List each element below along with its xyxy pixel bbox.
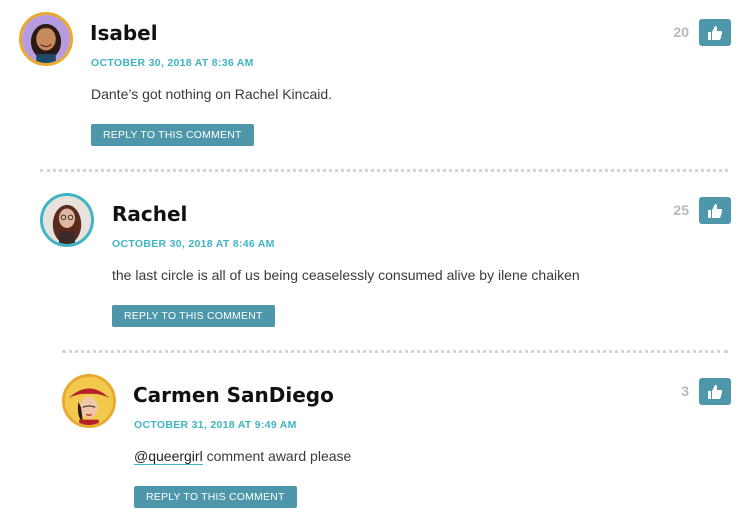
thumbs-up-icon [708, 203, 723, 218]
comment-date[interactable]: OCTOBER 30, 2018 AT 8:36 AM [91, 57, 254, 69]
comment-author: Carmen SanDiego [133, 383, 334, 407]
comment-text: @queergirl comment award please [134, 448, 352, 465]
like-count: 3 [681, 383, 689, 399]
comment-divider [62, 350, 728, 353]
avatar-image-rachel [43, 196, 91, 244]
like-button[interactable] [699, 378, 731, 405]
comment-text-body: comment award please [202, 448, 352, 464]
thumbs-up-icon [708, 384, 723, 399]
like-count: 20 [673, 24, 689, 40]
comment-author: Rachel [112, 202, 188, 226]
like-button[interactable] [699, 197, 731, 224]
thumbs-up-icon [708, 25, 723, 40]
comment-date[interactable]: OCTOBER 30, 2018 AT 8:46 AM [112, 238, 275, 250]
avatar-image-isabel [22, 15, 70, 63]
comment-text: the last circle is all of us being cease… [112, 267, 580, 283]
comment-author: Isabel [90, 21, 158, 45]
avatar[interactable] [40, 193, 94, 247]
avatar[interactable] [62, 374, 116, 428]
like-count: 25 [673, 202, 689, 218]
avatar[interactable] [19, 12, 73, 66]
reply-button[interactable]: REPLY TO THIS COMMENT [112, 305, 275, 327]
reply-button[interactable]: REPLY TO THIS COMMENT [91, 124, 254, 146]
like-button[interactable] [699, 19, 731, 46]
comment-date[interactable]: OCTOBER 31, 2018 AT 9:49 AM [134, 419, 297, 431]
comment-divider [40, 169, 728, 172]
mention-link[interactable]: @queergirl [134, 448, 203, 465]
reply-button[interactable]: REPLY TO THIS COMMENT [134, 486, 297, 508]
avatar-image-carmen [65, 377, 113, 425]
comment-text: Dante’s got nothing on Rachel Kincaid. [91, 86, 333, 102]
